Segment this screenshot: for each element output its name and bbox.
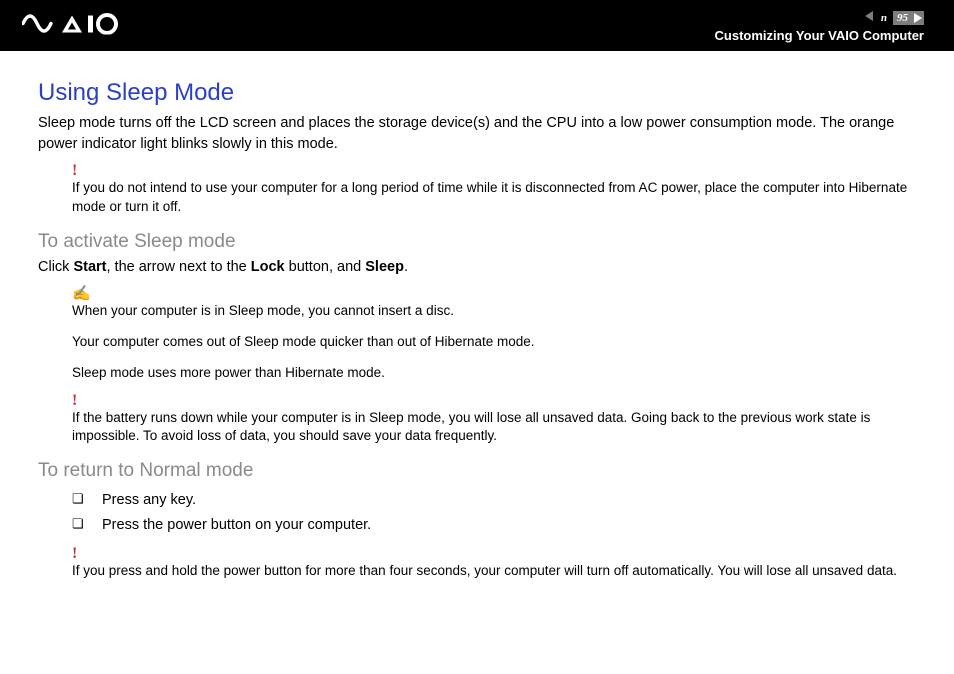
subheading-activate: To activate Sleep mode (38, 231, 924, 253)
txt: Click (38, 259, 73, 275)
caution-note-1: ! If you do not intend to use your compu… (38, 163, 924, 217)
bold-lock: Lock (251, 259, 285, 275)
nav-back-icon[interactable] (865, 11, 875, 24)
warning-icon: ! (72, 163, 77, 179)
list-item: Press the power button on your computer. (72, 513, 924, 538)
caution-note-3: ! If you press and hold the power button… (38, 546, 924, 581)
section-title: Customizing Your VAIO Computer (0, 28, 924, 43)
nav-letter-back: n (881, 12, 887, 24)
activate-instruction: Click Start, the arrow next to the Lock … (38, 257, 924, 278)
txt: button, and (285, 259, 366, 275)
page: n 95 Customizing Your VAIO Computer Usin… (0, 0, 954, 674)
return-steps-list: Press any key. Press the power button on… (38, 488, 924, 537)
page-navigation: n 95 (865, 11, 924, 25)
vaio-logo (22, 12, 122, 39)
caution-note-2: ! If the battery runs down while your co… (38, 393, 924, 447)
caution-text: If you do not intend to use your compute… (72, 163, 924, 217)
page-title: Using Sleep Mode (38, 79, 924, 107)
subheading-return: To return to Normal mode (38, 460, 924, 482)
txt: , the arrow next to the (107, 259, 251, 275)
intro-paragraph: Sleep mode turns off the LCD screen and … (38, 113, 924, 155)
bold-sleep: Sleep (365, 259, 404, 275)
header-right: n 95 Customizing Your VAIO Computer (0, 8, 954, 43)
page-number: 95 (897, 12, 908, 24)
note-icon: ✍ (72, 286, 91, 301)
list-item: Press any key. (72, 488, 924, 513)
nav-forward-button[interactable]: 95 (893, 11, 924, 25)
caution-text: If the battery runs down while your comp… (72, 393, 924, 447)
caution-text: If you press and hold the power button f… (72, 546, 924, 581)
bold-start: Start (73, 259, 106, 275)
info-note-block: ✍ When your computer is in Sleep mode, y… (38, 286, 924, 383)
warning-icon: ! (72, 393, 77, 409)
info-note-3: Sleep mode uses more power than Hibernat… (72, 364, 924, 383)
info-note-2: Your computer comes out of Sleep mode qu… (72, 333, 924, 352)
txt: . (404, 259, 408, 275)
info-note-1: When your computer is in Sleep mode, you… (72, 286, 924, 321)
header-bar: n 95 Customizing Your VAIO Computer (0, 0, 954, 51)
content-area: Using Sleep Mode Sleep mode turns off th… (0, 51, 954, 580)
warning-icon: ! (72, 546, 77, 562)
